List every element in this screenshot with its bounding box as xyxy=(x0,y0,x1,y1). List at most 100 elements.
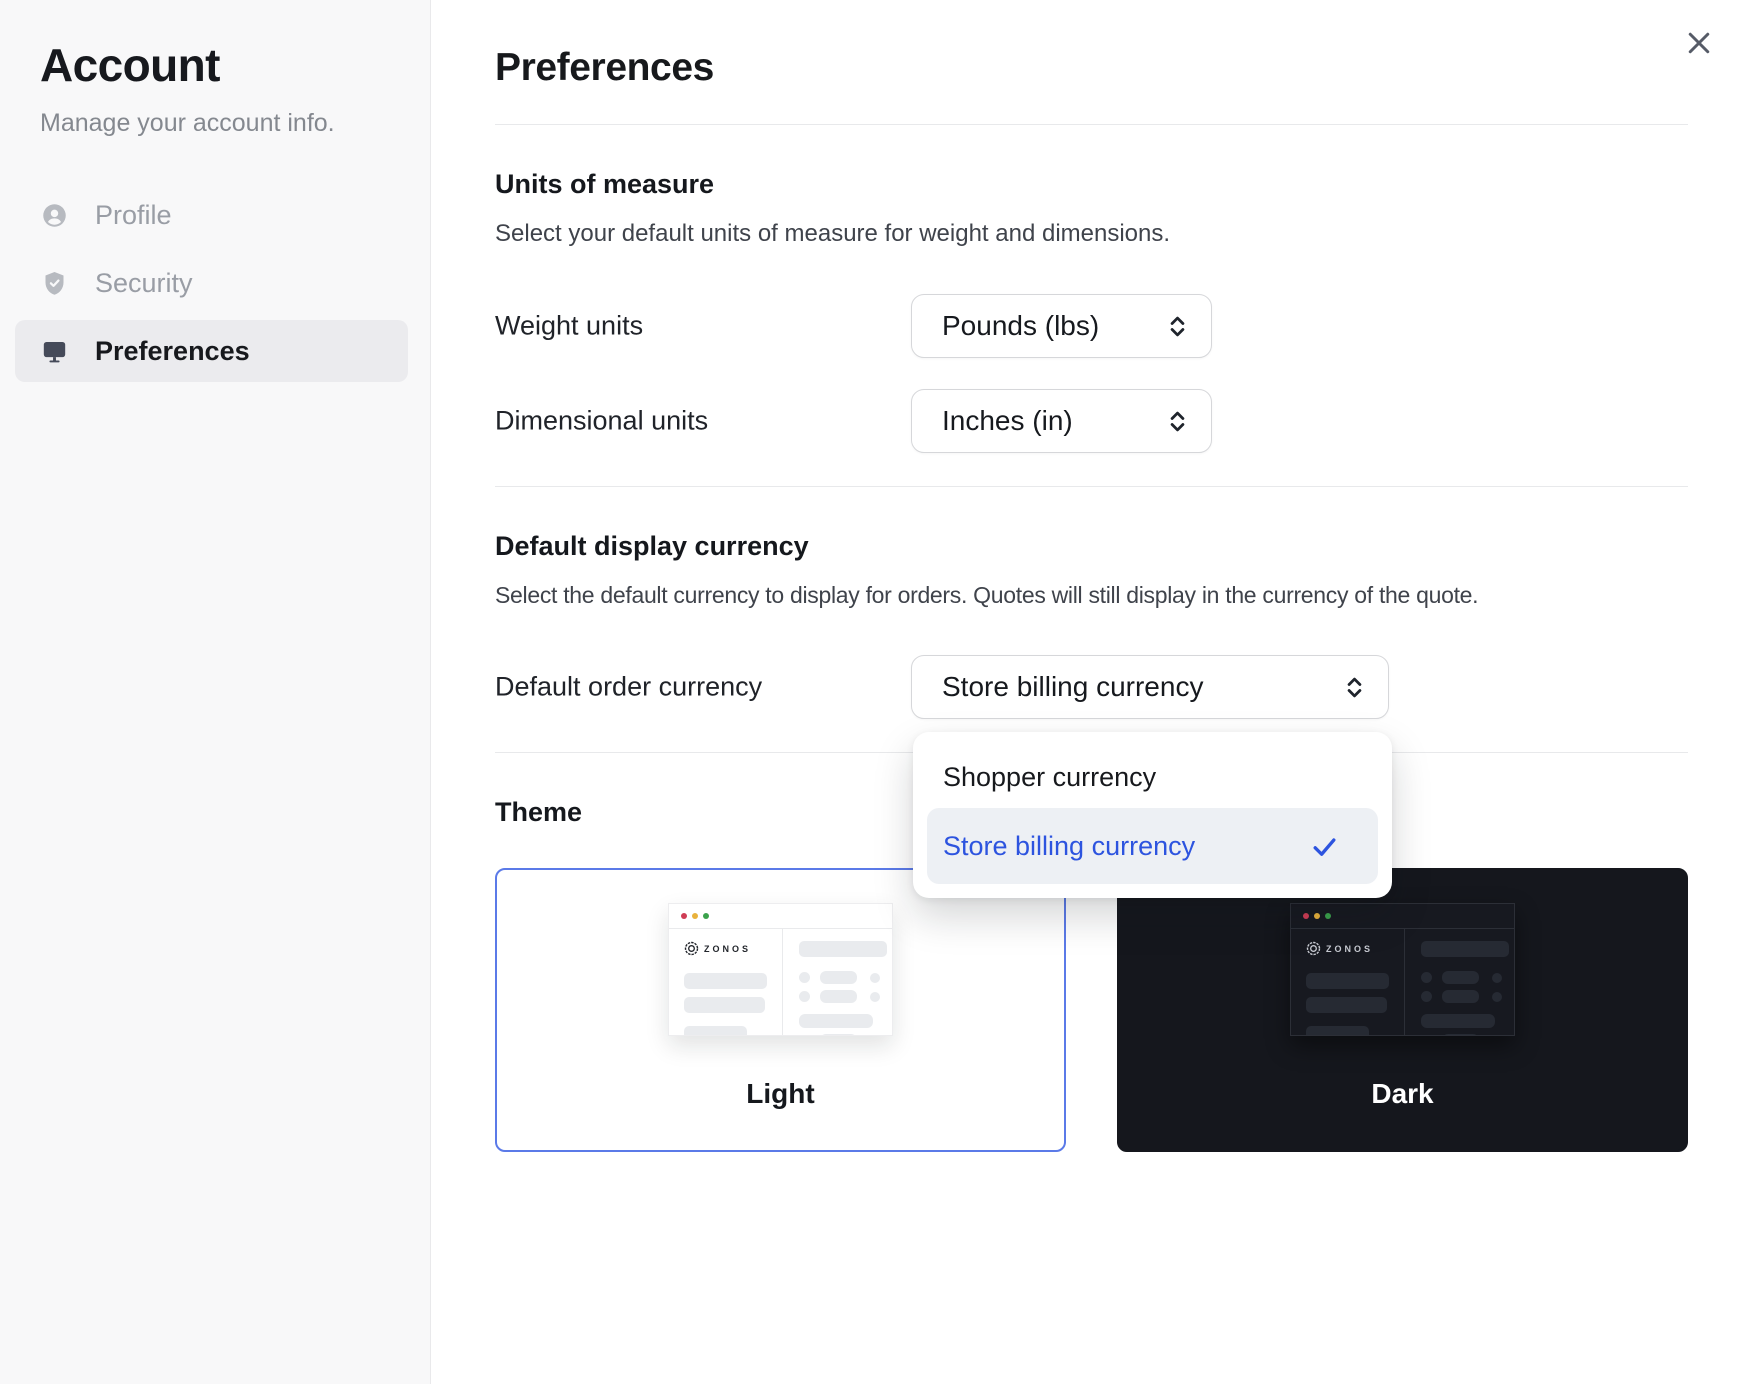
sidebar-item-preferences[interactable]: Preferences xyxy=(15,320,408,382)
mock-dot xyxy=(799,1035,810,1036)
theme-label-light: Light xyxy=(497,1078,1064,1110)
field-label: Default order currency xyxy=(495,672,762,703)
section-description: Select the default currency to display f… xyxy=(495,582,1688,609)
preferences-panel: Preferences Units of measure Select your… xyxy=(431,0,1742,1384)
dimensional-units-select[interactable]: Inches (in) xyxy=(911,389,1212,453)
mock-bar xyxy=(1306,1026,1369,1036)
select-value: Store billing currency xyxy=(942,671,1203,703)
check-icon xyxy=(1309,831,1340,862)
mock-row xyxy=(799,1034,892,1036)
mock-dot xyxy=(1492,992,1502,1002)
sidebar-item-security[interactable]: Security xyxy=(15,252,408,314)
chevron-up-down-icon xyxy=(1341,674,1368,701)
display-currency-section: Default display currency Select the defa… xyxy=(495,531,1688,719)
zonos-logo-icon xyxy=(1306,941,1321,956)
sidebar-title: Account xyxy=(40,38,408,92)
select-value: Pounds (lbs) xyxy=(942,310,1099,342)
mock-bar xyxy=(684,997,765,1013)
divider xyxy=(495,486,1688,487)
chevron-up-down-icon xyxy=(1164,313,1191,340)
window-dot-green-icon xyxy=(703,913,709,919)
order-currency-row: Default order currency Store billing cur… xyxy=(495,655,1688,719)
user-icon xyxy=(41,202,68,229)
section-title: Units of measure xyxy=(495,169,1688,200)
sidebar-item-label: Security xyxy=(95,268,193,299)
mock-brand-text: ZONOS xyxy=(704,944,751,954)
theme-label-dark: Dark xyxy=(1119,1078,1686,1110)
field-label: Dimensional units xyxy=(495,406,708,437)
mock-bar xyxy=(1421,1014,1495,1028)
theme-preview-dark: ZONOS xyxy=(1290,903,1515,1036)
window-dot-yellow-icon xyxy=(1314,913,1320,919)
mock-pill xyxy=(1442,971,1479,984)
weight-units-row: Weight units Pounds (lbs) xyxy=(495,294,1688,358)
mock-main xyxy=(1405,929,1514,1036)
window-dot-yellow-icon xyxy=(692,913,698,919)
divider xyxy=(495,124,1688,125)
monitor-icon xyxy=(41,338,68,365)
window-dot-red-icon xyxy=(1303,913,1309,919)
mock-titlebar xyxy=(669,904,892,929)
mock-bar xyxy=(1306,997,1387,1013)
mock-pill xyxy=(1442,1034,1479,1036)
units-of-measure-section: Units of measure Select your default uni… xyxy=(495,169,1688,453)
mock-bar xyxy=(799,1014,873,1028)
menu-item-shopper-currency[interactable]: Shopper currency xyxy=(927,746,1378,808)
sidebar-item-profile[interactable]: Profile xyxy=(15,184,408,246)
chevron-up-down-icon xyxy=(1164,408,1191,435)
menu-item-store-billing-currency[interactable]: Store billing currency xyxy=(927,808,1378,884)
mock-bar xyxy=(1421,941,1509,957)
mock-row xyxy=(799,990,892,1003)
mock-dot xyxy=(1492,973,1502,983)
mock-dot xyxy=(870,973,880,983)
mock-dot xyxy=(1421,972,1432,983)
dimensional-units-row: Dimensional units Inches (in) xyxy=(495,389,1688,453)
window-dot-red-icon xyxy=(681,913,687,919)
menu-item-label: Store billing currency xyxy=(943,831,1195,862)
mock-row xyxy=(1421,1034,1514,1036)
theme-options: ZONOS xyxy=(495,868,1688,1152)
mock-brand: ZONOS xyxy=(1306,941,1404,956)
mock-dot xyxy=(870,992,880,1002)
mock-bar xyxy=(684,973,767,989)
mock-row xyxy=(1421,971,1514,984)
mock-pill xyxy=(820,971,857,984)
mock-dot xyxy=(1421,991,1432,1002)
mock-brand-text: ZONOS xyxy=(1326,944,1373,954)
mock-row xyxy=(1421,990,1514,1003)
close-icon xyxy=(1684,46,1714,61)
page-title: Preferences xyxy=(495,0,1688,90)
menu-item-label: Shopper currency xyxy=(943,762,1156,793)
field-label: Weight units xyxy=(495,311,643,342)
weight-units-select[interactable]: Pounds (lbs) xyxy=(911,294,1212,358)
sidebar-item-label: Preferences xyxy=(95,336,250,367)
theme-option-dark[interactable]: ZONOS xyxy=(1117,868,1688,1152)
sidebar-subtitle: Manage your account info. xyxy=(40,109,408,138)
theme-preview-light: ZONOS xyxy=(668,903,893,1036)
mock-body: ZONOS xyxy=(669,929,892,1036)
mock-pill xyxy=(820,1034,857,1036)
mock-bar xyxy=(1306,973,1389,989)
mock-dot xyxy=(1421,1035,1432,1036)
section-title: Default display currency xyxy=(495,531,1688,562)
mock-sidebar: ZONOS xyxy=(1291,929,1405,1036)
mock-pill xyxy=(1442,990,1479,1003)
sidebar-nav: Profile Security Preferences xyxy=(15,184,408,382)
mock-body: ZONOS xyxy=(1291,929,1514,1036)
shield-check-icon xyxy=(41,270,68,297)
preferences-content: Preferences Units of measure Select your… xyxy=(495,0,1688,1152)
select-value: Inches (in) xyxy=(942,405,1073,437)
mock-dot xyxy=(799,972,810,983)
window-dot-green-icon xyxy=(1325,913,1331,919)
mock-titlebar xyxy=(1291,904,1514,929)
theme-option-light[interactable]: ZONOS xyxy=(495,868,1066,1152)
currency-dropdown-menu: Shopper currency Store billing currency xyxy=(913,732,1392,898)
mock-main xyxy=(783,929,892,1036)
mock-dot xyxy=(799,991,810,1002)
mock-row xyxy=(799,971,892,984)
mock-bar xyxy=(799,941,887,957)
default-order-currency-select[interactable]: Store billing currency xyxy=(911,655,1389,719)
sidebar: Account Manage your account info. Profil… xyxy=(0,0,431,1384)
mock-bar xyxy=(684,1026,747,1036)
sidebar-item-label: Profile xyxy=(95,200,172,231)
